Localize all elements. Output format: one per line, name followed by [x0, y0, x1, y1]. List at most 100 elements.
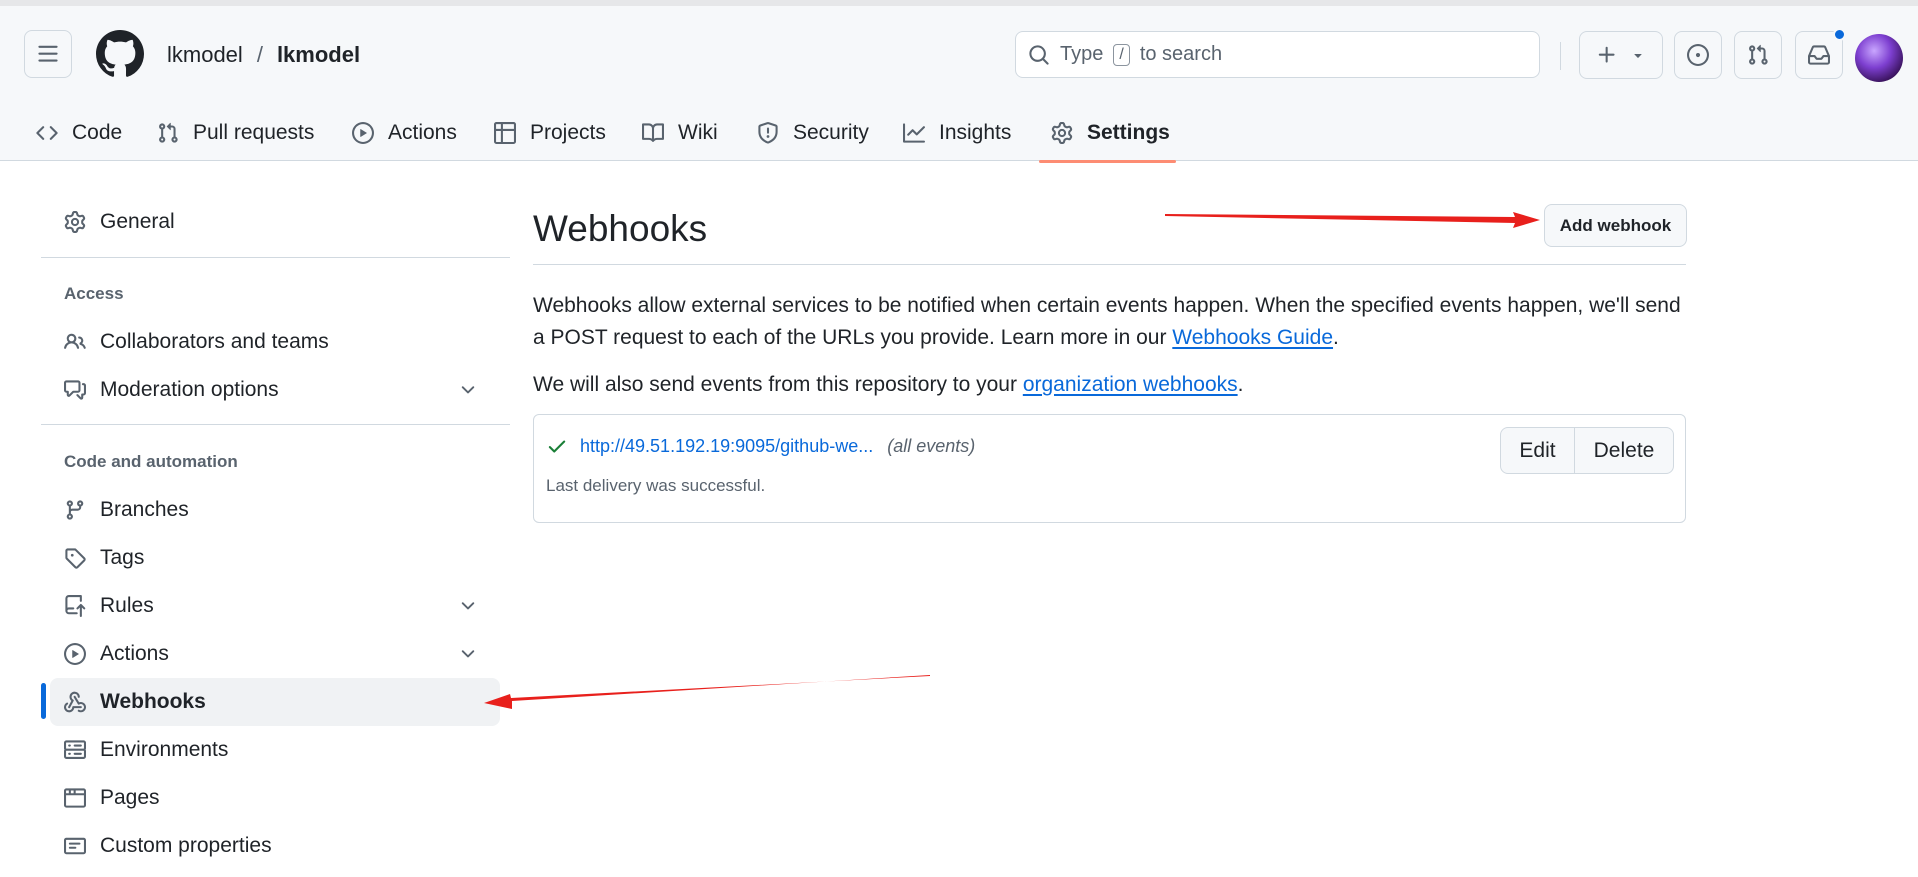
comment-discussion-icon [64, 380, 86, 400]
sidebar-item-tags[interactable]: Tags [50, 534, 500, 582]
search-icon [1029, 44, 1049, 65]
git-pull-request-icon [1749, 44, 1768, 65]
chevron-down-icon [461, 602, 475, 610]
sidebar-item-pages[interactable]: Pages [50, 774, 500, 822]
table-icon [494, 122, 516, 144]
sidebar-item-custom-properties[interactable]: Custom properties [50, 822, 500, 870]
app-header: lkmodel / lkmodel Type / to search Code … [0, 0, 1918, 163]
shield-icon [758, 122, 778, 144]
tab-label: Insights [939, 121, 1012, 144]
sidebar-item-collaborators[interactable]: Collaborators and teams [50, 318, 500, 366]
issue-opened-icon [1687, 44, 1709, 66]
breadcrumb: lkmodel / lkmodel [167, 42, 360, 68]
tab-settings[interactable]: Settings [1051, 106, 1170, 160]
pull-requests-button[interactable] [1734, 31, 1782, 79]
notification-indicator [1833, 28, 1846, 41]
sidebar-item-label: Collaborators and teams [100, 330, 329, 353]
repo-push-icon [65, 595, 86, 617]
search-placeholder-suffix: to search [1139, 43, 1223, 65]
sidebar-item-label: Moderation options [100, 378, 279, 401]
gear-icon [1051, 122, 1073, 144]
tag-icon [65, 548, 86, 569]
chevron-down-icon [461, 386, 475, 394]
sidebar-group-access: Access [64, 284, 124, 303]
edit-webhook-button[interactable]: Edit [1501, 428, 1575, 473]
search-shortcut-key: / [1113, 43, 1130, 66]
active-item-indicator [41, 683, 46, 719]
delete-webhook-button[interactable]: Delete [1575, 428, 1673, 473]
webhooks-description: Webhooks allow external services to be n… [533, 290, 1686, 354]
note-icon [64, 837, 86, 855]
sidebar-divider [41, 424, 510, 425]
git-branch-icon [66, 500, 84, 520]
menu-button[interactable] [24, 30, 72, 78]
search-input[interactable]: Type / to search [1015, 31, 1540, 78]
inbox-button[interactable] [1795, 28, 1846, 79]
server-icon [64, 740, 86, 759]
webhook-events: (all events) [887, 435, 976, 456]
sidebar-item-environments[interactable]: Environments [50, 726, 500, 774]
owner-link[interactable]: lkmodel [167, 42, 243, 68]
sidebar-item-label: Actions [100, 642, 169, 665]
description-end: . [1333, 326, 1339, 349]
check-icon [548, 440, 566, 453]
repo-link[interactable]: lkmodel [277, 42, 360, 68]
settings-sidebar: General Access Collaborators and teams M… [0, 162, 510, 877]
tab-label: Projects [530, 121, 606, 144]
webhooks-guide-link[interactable]: Webhooks Guide [1172, 326, 1333, 349]
sidebar-item-label: Rules [100, 594, 154, 617]
play-icon [352, 122, 374, 144]
webhook-summary: http://49.51.192.19:9095/github-we... (a… [546, 435, 975, 457]
tab-wiki[interactable]: Wiki [642, 106, 718, 160]
sidebar-item-label: General [100, 210, 175, 233]
sidebar-item-label: Environments [100, 738, 229, 761]
webhook-list-item: http://49.51.192.19:9095/github-we... (a… [533, 414, 1686, 523]
add-webhook-button[interactable]: Add webhook [1544, 204, 1687, 247]
webhook-url-link[interactable]: http://49.51.192.19:9095/github-we... [580, 436, 873, 457]
sidebar-item-label: Tags [100, 546, 145, 569]
chevron-down-icon [461, 650, 475, 658]
sidebar-item-label: Webhooks [100, 690, 206, 713]
browser-icon [64, 788, 86, 808]
sidebar-item-actions[interactable]: Actions [50, 630, 500, 678]
sidebar-divider [41, 257, 510, 258]
tab-label: Pull requests [193, 121, 315, 144]
org-note-text: We will also send events from this repos… [533, 373, 1023, 396]
tab-label: Settings [1087, 121, 1170, 144]
plus-icon [1598, 46, 1615, 63]
sidebar-item-label: Pages [100, 786, 160, 809]
page-title: Webhooks [533, 208, 708, 249]
sidebar-item-moderation[interactable]: Moderation options [50, 366, 500, 414]
book-icon [642, 123, 664, 142]
header-divider [1560, 42, 1561, 70]
graph-icon [903, 123, 925, 143]
tab-security[interactable]: Security [757, 106, 869, 160]
annotation-arrow-add-webhook [1165, 212, 1540, 228]
tab-pull-requests[interactable]: Pull requests [157, 106, 314, 160]
github-logo[interactable] [96, 30, 144, 78]
description-text: Webhooks allow external services to be n… [533, 294, 1681, 349]
sidebar-item-branches[interactable]: Branches [50, 486, 500, 534]
sidebar-item-general[interactable]: General [50, 198, 500, 246]
breadcrumb-separator: / [256, 42, 263, 67]
code-icon [36, 126, 58, 140]
user-avatar[interactable] [1855, 34, 1903, 82]
sidebar-item-rules[interactable]: Rules [50, 582, 500, 630]
tab-insights[interactable]: Insights [903, 106, 1011, 160]
tab-code[interactable]: Code [36, 106, 122, 160]
webhook-delivery-status: Last delivery was successful. [546, 476, 766, 495]
triangle-down-icon [1634, 54, 1642, 58]
tab-actions[interactable]: Actions [352, 106, 457, 160]
search-placeholder-prefix: Type [1060, 43, 1104, 65]
inbox-icon [1808, 45, 1830, 65]
organization-webhooks-link[interactable]: organization webhooks [1023, 373, 1238, 396]
gear-icon [64, 211, 86, 233]
tab-label: Actions [388, 121, 457, 144]
issues-button[interactable] [1674, 31, 1722, 79]
sidebar-group-automation: Code and automation [64, 452, 238, 471]
tab-projects[interactable]: Projects [494, 106, 606, 160]
sidebar-item-webhooks[interactable]: Webhooks [50, 678, 500, 726]
create-new-button[interactable] [1579, 31, 1663, 79]
org-webhooks-note: We will also send events from this repos… [533, 369, 1243, 401]
play-icon [64, 643, 86, 665]
